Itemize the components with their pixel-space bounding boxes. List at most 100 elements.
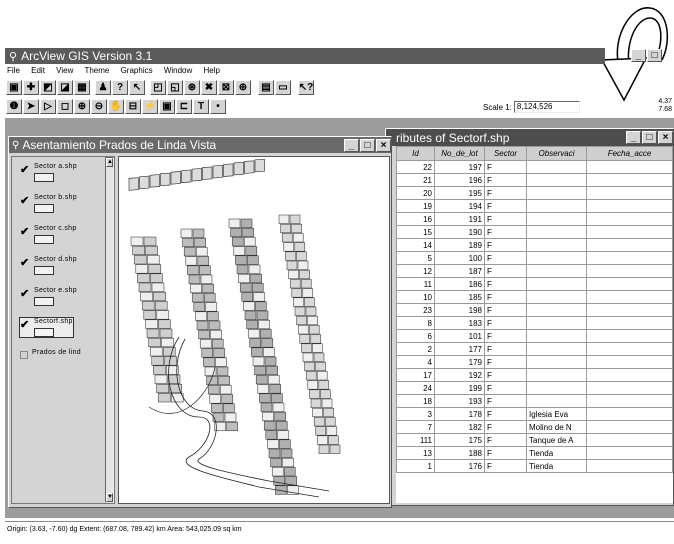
open-table-icon[interactable]: ▦ <box>74 80 90 95</box>
checkmark-icon[interactable]: ✔ <box>20 225 30 238</box>
checkmark-icon[interactable]: ✔ <box>20 287 30 300</box>
table-row[interactable]: 10 185 F <box>396 290 673 304</box>
checkmark-icon[interactable]: ✔ <box>20 318 30 331</box>
table-row[interactable]: 13 188 F Tienda <box>396 446 673 460</box>
table-row[interactable]: 17 192 F <box>396 368 673 382</box>
table-row[interactable]: 16 191 F <box>396 212 673 226</box>
table-row[interactable]: 7 182 F Molino de N <box>396 420 673 434</box>
theme-entry[interactable]: Prados de lind <box>20 349 81 359</box>
parcel-lot <box>323 407 334 418</box>
zoom-full-icon[interactable]: ◰ <box>150 80 166 95</box>
select-none-icon[interactable]: ▤ <box>258 80 274 95</box>
view-maximize-button[interactable]: □ <box>360 138 375 152</box>
zoom-selected-icon[interactable]: ⊛ <box>184 80 200 95</box>
theme-properties-icon[interactable]: ◩ <box>40 80 56 95</box>
draw-point-icon[interactable]: • <box>210 99 226 114</box>
menu-file[interactable]: File <box>7 66 20 75</box>
identify-icon[interactable]: ❶ <box>6 99 22 114</box>
scale-input[interactable]: 8,124,526 <box>513 101 580 113</box>
table-row[interactable]: 4 179 F <box>396 355 673 369</box>
table-row[interactable]: 2 177 F <box>396 342 673 356</box>
zoom-active-icon[interactable]: ◱ <box>167 80 183 95</box>
menu-window[interactable]: Window <box>164 66 192 75</box>
table-row[interactable]: 24 199 F <box>396 381 673 395</box>
menu-view[interactable]: View <box>56 66 73 75</box>
scroll-up-arrow-icon[interactable]: ▲ <box>106 158 113 167</box>
pan-icon[interactable]: ✋ <box>108 99 124 114</box>
checkmark-icon[interactable]: ✔ <box>20 194 30 207</box>
query-builder-icon[interactable]: ↖ <box>129 80 145 95</box>
label-icon[interactable]: ⊏ <box>176 99 192 114</box>
menu-help[interactable]: Help <box>204 66 220 75</box>
table-close-button[interactable]: × <box>658 131 673 144</box>
table-row[interactable]: 111 175 F Tanque de A <box>396 433 673 447</box>
theme-entry[interactable]: ✔ Sectorf.shp <box>19 317 74 338</box>
parcel-lot <box>153 291 166 302</box>
parcel-lot <box>215 357 227 367</box>
table-row[interactable]: 19 194 F <box>396 199 673 213</box>
vertex-edit-icon[interactable]: ▷ <box>40 99 56 114</box>
hotlink-icon[interactable]: ⚡ <box>142 99 158 114</box>
table-row[interactable]: 21 196 F <box>396 173 673 187</box>
edit-legend-icon[interactable]: ◪ <box>57 80 73 95</box>
theme-entry[interactable]: ✔ Sector d.shp <box>20 256 77 275</box>
zoom-previous-icon[interactable]: ⊕ <box>235 80 251 95</box>
checkbox-icon[interactable] <box>20 351 28 359</box>
table-cell <box>586 290 673 304</box>
save-project-icon[interactable]: ▣ <box>6 80 22 95</box>
zoom-in-tool-icon[interactable]: ⊕ <box>74 99 90 114</box>
add-theme-icon[interactable]: ✚ <box>23 80 39 95</box>
table-maximize-button[interactable]: □ <box>642 131 657 144</box>
column-header[interactable]: No_de_lot <box>434 146 485 161</box>
table-row[interactable]: 20 195 F <box>396 186 673 200</box>
text-icon[interactable]: T <box>193 99 209 114</box>
layout-icon[interactable]: ▭ <box>275 80 291 95</box>
table-minimize-button[interactable]: _ <box>626 131 641 144</box>
locate-icon[interactable]: ? <box>112 80 128 95</box>
theme-entry[interactable]: ✔ Sector b.shp <box>20 194 77 213</box>
table-row[interactable]: 14 189 F <box>396 238 673 252</box>
column-header[interactable]: Sector <box>484 146 527 161</box>
zoom-out-icon[interactable]: ⊠ <box>218 80 234 95</box>
theme-entry[interactable]: ✔ Sector a.shp <box>20 163 77 182</box>
select-feature-icon[interactable]: ◻ <box>57 99 73 114</box>
checkmark-icon[interactable]: ✔ <box>20 256 30 269</box>
parcel-lot <box>153 365 166 375</box>
menu-graphics[interactable]: Graphics <box>121 66 153 75</box>
column-header[interactable]: Fecha_acce <box>586 146 673 161</box>
table-cell: 190 <box>434 225 485 239</box>
measure-icon[interactable]: ⊟ <box>125 99 141 114</box>
area-of-interest-icon[interactable]: ▣ <box>159 99 175 114</box>
help-pointer-icon[interactable]: ↖? <box>298 80 314 95</box>
table-row[interactable]: 12 187 F <box>396 264 673 278</box>
find-icon[interactable]: ♟ <box>95 80 111 95</box>
zoom-in-icon[interactable]: ✖ <box>201 80 217 95</box>
column-header[interactable]: Id <box>396 146 435 161</box>
scroll-down-arrow-icon[interactable]: ▼ <box>106 493 113 502</box>
table-row[interactable]: 6 101 F <box>396 329 673 343</box>
parcel-lot <box>197 256 210 266</box>
zoom-out-tool-icon[interactable]: ⊖ <box>91 99 107 114</box>
table-row[interactable]: 23 198 F <box>396 303 673 317</box>
theme-entry[interactable]: ✔ Sector c.shp <box>20 225 77 244</box>
map-canvas[interactable] <box>118 156 390 504</box>
table-row[interactable]: 5 100 F <box>396 251 673 265</box>
table-row[interactable]: 1 176 F Tienda <box>396 459 673 473</box>
theme-entry[interactable]: ✔ Sector e.shp <box>20 287 77 306</box>
maximize-button[interactable]: □ <box>647 49 662 62</box>
column-header[interactable]: Observaci <box>526 146 587 161</box>
table-row[interactable]: 15 190 F <box>396 225 673 239</box>
menu-edit[interactable]: Edit <box>31 66 45 75</box>
pointer-icon[interactable]: ➤ <box>23 99 39 114</box>
minimize-button[interactable]: _ <box>631 49 646 62</box>
table-row[interactable]: 11 186 F <box>396 277 673 291</box>
checkmark-icon[interactable]: ✔ <box>20 163 30 176</box>
table-row[interactable]: 22 197 F <box>396 160 673 174</box>
toc-scrollbar[interactable]: ▲ ▼ <box>105 157 114 503</box>
view-minimize-button[interactable]: _ <box>344 138 359 152</box>
view-close-button[interactable]: × <box>376 138 391 152</box>
menu-theme[interactable]: Theme <box>84 66 109 75</box>
table-row[interactable]: 8 183 F <box>396 316 673 330</box>
table-row[interactable]: 3 178 F Iglesia Eva <box>396 407 673 421</box>
table-row[interactable]: 18 193 F <box>396 394 673 408</box>
